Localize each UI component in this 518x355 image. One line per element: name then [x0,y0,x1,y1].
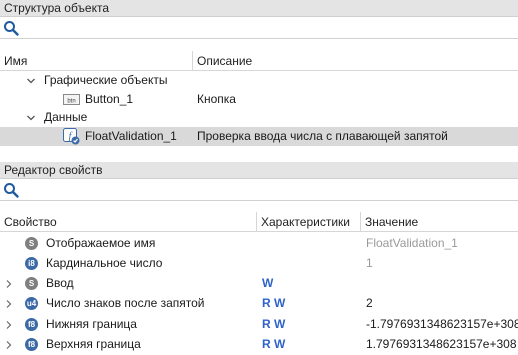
property-row[interactable]: S Ввод W [0,274,518,293]
properties-panel-title: Редактор свойств [0,162,518,179]
structure-column-header: Имя Описание [0,51,518,71]
chevron-down-icon[interactable] [26,76,36,86]
column-name[interactable]: Имя [0,51,193,71]
search-icon[interactable] [3,20,19,36]
string-type-icon: S [25,277,38,290]
int8-type-icon: i8 [25,257,38,270]
tree-item-label: Графические объекты [44,73,168,87]
float8-type-icon: f8 [25,338,38,351]
svg-text:btn: btn [67,99,75,105]
tree-item-data[interactable]: Данные [0,108,518,127]
property-value[interactable]: -1.7976931348623157e+308 [366,315,518,334]
column-value[interactable]: Значение [361,212,518,232]
property-row[interactable]: S Отображаемое имя FloatValidation_1 [0,234,518,253]
property-row[interactable]: f8 Верхняя граница R W 1.797693134862315… [0,335,518,354]
chevron-right-icon[interactable] [4,320,14,330]
column-characteristics[interactable]: Характеристики [257,212,361,232]
property-value[interactable]: 2 [366,294,373,313]
structure-panel-title: Структура объекта [0,0,518,17]
property-flags: R W [262,296,286,310]
tree-item-description: Кнопка [197,92,236,106]
property-value[interactable]: FloatValidation_1 [366,234,458,253]
property-row[interactable]: u4 Число знаков после запятой R W 2 [0,294,518,313]
column-description[interactable]: Описание [193,51,518,71]
tree-item-label: Button_1 [85,92,134,106]
property-flags: R W [262,317,286,331]
property-value[interactable]: 1.7976931348623157e+308 [366,335,517,354]
property-name: Ввод [46,276,74,290]
properties-search-row [0,179,518,201]
property-flags: W [262,276,274,290]
property-row[interactable]: f8 Нижняя граница R W -1.797693134862315… [0,315,518,334]
column-property[interactable]: Свойство [0,212,257,232]
tree-item-button[interactable]: btn Button_1 Кнопка [0,90,518,109]
property-flags: R W [262,337,286,351]
structure-search-input[interactable] [22,19,512,36]
chevron-right-icon[interactable] [4,299,14,309]
uint4-type-icon: u4 [25,297,38,310]
chevron-right-icon[interactable] [4,279,14,289]
tree-item-graphics[interactable]: Графические объекты [0,71,518,90]
button-object-icon: btn [63,94,80,105]
property-name: Кардинальное число [46,256,163,270]
tree-item-description: Проверка ввода числа с плавающей запятой [197,129,448,143]
tree-item-floatvalidation[interactable]: f FloatValidation_1 Проверка ввода числа… [0,127,518,146]
property-name: Отображаемое имя [46,236,156,250]
search-icon[interactable] [3,182,19,198]
float8-type-icon: f8 [25,318,38,331]
structure-search-row [0,17,518,39]
float-validation-icon: f [63,128,80,145]
property-name: Нижняя граница [46,317,137,331]
tree-item-label: Данные [44,110,88,124]
properties-search-input[interactable] [22,181,512,198]
chevron-down-icon[interactable] [26,113,36,123]
property-name: Число знаков после запятой [46,296,205,310]
property-value[interactable]: 1 [366,254,373,273]
property-row[interactable]: i8 Кардинальное число 1 [0,254,518,273]
string-type-icon: S [25,237,38,250]
tree-item-label: FloatValidation_1 [85,129,177,143]
properties-column-header: Свойство Характеристики Значение [0,212,518,232]
chevron-right-icon[interactable] [4,340,14,350]
property-name: Верхняя граница [46,337,141,351]
